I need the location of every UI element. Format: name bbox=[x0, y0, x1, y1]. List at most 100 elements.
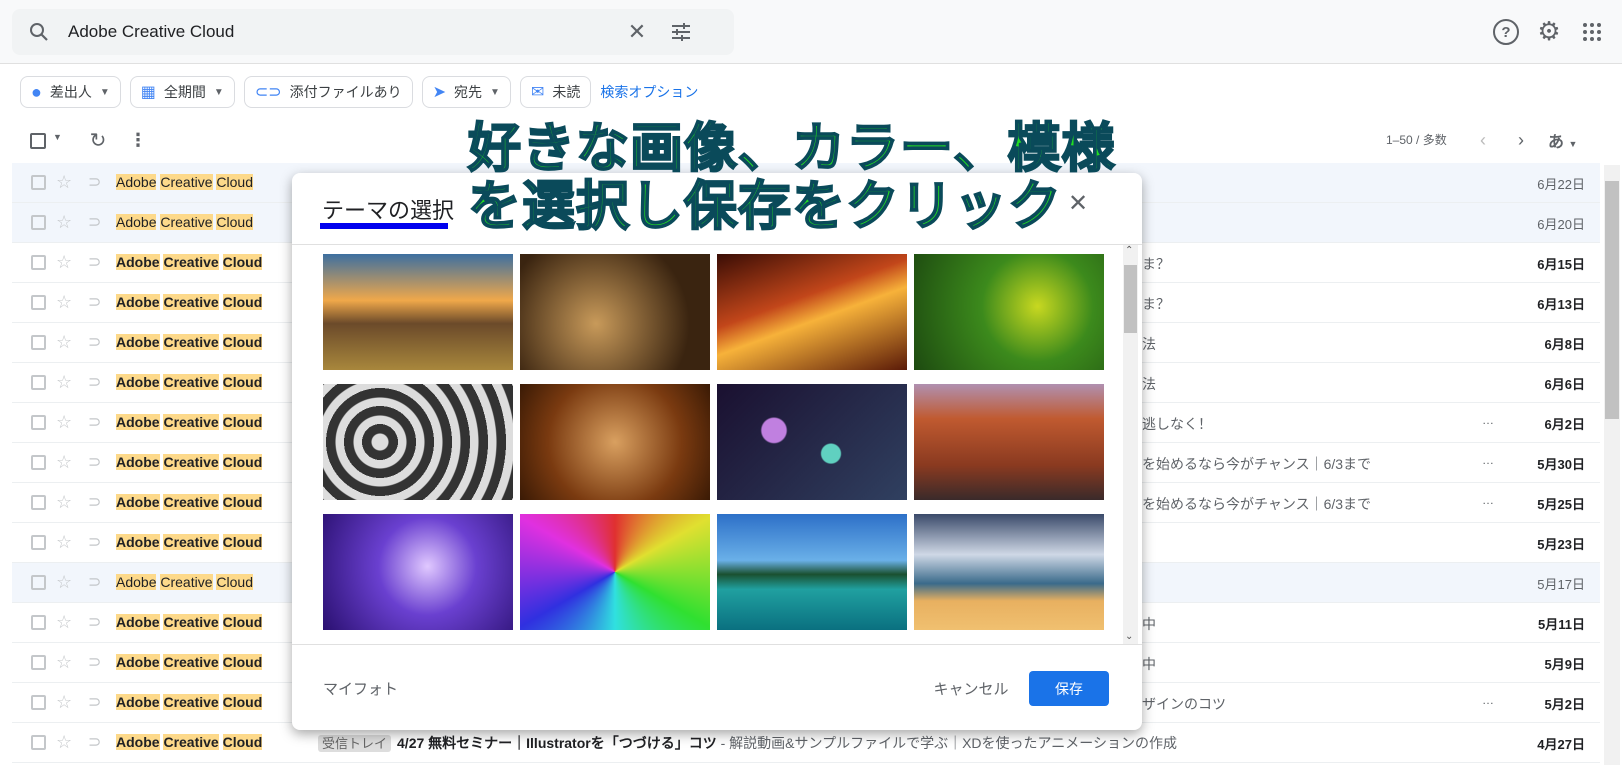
row-checkbox[interactable] bbox=[31, 415, 46, 430]
star-icon[interactable]: ☆ bbox=[56, 412, 72, 433]
filter-attachment[interactable]: ⊂⊃ 添付ファイルあり bbox=[243, 76, 413, 108]
more-options-icon[interactable]: ⋮ bbox=[126, 128, 150, 152]
clear-search-icon[interactable]: ✕ bbox=[624, 19, 650, 45]
star-icon[interactable]: ☆ bbox=[56, 492, 72, 513]
star-icon[interactable]: ☆ bbox=[56, 652, 72, 673]
instruction-annotation: 好きな画像、カラー、模様 を選択し保存をクリック bbox=[467, 119, 1115, 237]
sender-name: Adobe Creative Cloud bbox=[116, 174, 253, 190]
sender-name: Adobe Creative Cloud bbox=[116, 374, 263, 390]
search-icon[interactable] bbox=[26, 20, 52, 44]
sender-word: Cloud bbox=[222, 494, 263, 510]
star-icon[interactable]: ☆ bbox=[56, 732, 72, 753]
importance-marker-icon[interactable]: ⊃ bbox=[88, 492, 101, 512]
scrollbar-thumb[interactable] bbox=[1605, 181, 1619, 419]
settings-gear-icon[interactable]: ⚙ bbox=[1535, 16, 1563, 46]
page-scrollbar[interactable] bbox=[1604, 165, 1620, 765]
email-date: 6月15日 bbox=[1537, 257, 1585, 272]
filter-date[interactable]: ▦ 全期間 ▼ bbox=[129, 76, 235, 108]
input-tools-button[interactable]: あ ▼ bbox=[1548, 128, 1577, 152]
theme-thumbnail-beach[interactable] bbox=[914, 514, 1104, 630]
row-checkbox[interactable] bbox=[31, 655, 46, 670]
importance-marker-icon[interactable]: ⊃ bbox=[88, 652, 101, 672]
my-photos-button[interactable]: マイフォト bbox=[323, 678, 398, 699]
theme-thumbnail-jellyfish[interactable] bbox=[323, 514, 513, 630]
theme-thumbnail-autumn-leaves[interactable] bbox=[520, 384, 710, 500]
star-icon[interactable]: ☆ bbox=[56, 332, 72, 353]
calendar-icon: ▦ bbox=[140, 84, 156, 101]
theme-thumbnail-bokeh[interactable] bbox=[717, 384, 907, 500]
star-icon[interactable]: ☆ bbox=[56, 172, 72, 193]
row-checkbox[interactable] bbox=[31, 255, 46, 270]
scroll-up-icon[interactable]: ⌃ bbox=[1125, 245, 1133, 256]
advanced-search-link[interactable]: 検索オプション bbox=[600, 82, 698, 102]
input-tool-label: あ bbox=[1548, 134, 1565, 151]
importance-marker-icon[interactable]: ⊃ bbox=[88, 692, 101, 712]
importance-marker-icon[interactable]: ⊃ bbox=[88, 332, 101, 352]
scroll-down-icon[interactable]: ⌄ bbox=[1125, 631, 1133, 642]
row-checkbox[interactable] bbox=[31, 615, 46, 630]
star-icon[interactable]: ☆ bbox=[56, 252, 72, 273]
importance-marker-icon[interactable]: ⊃ bbox=[88, 532, 101, 552]
star-icon[interactable]: ☆ bbox=[56, 572, 72, 593]
importance-marker-icon[interactable]: ⊃ bbox=[88, 612, 101, 632]
row-checkbox[interactable] bbox=[31, 455, 46, 470]
search-input[interactable]: Adobe Creative Cloud bbox=[68, 22, 234, 42]
scrollbar-thumb[interactable] bbox=[1124, 265, 1137, 333]
theme-thumbnail-golden-gate[interactable] bbox=[323, 254, 513, 370]
row-checkbox[interactable] bbox=[31, 295, 46, 310]
theme-thumbnail-caterpillar[interactable] bbox=[914, 254, 1104, 370]
theme-grid-scrollbar[interactable]: ⌃ ⌄ bbox=[1123, 245, 1138, 645]
theme-thumbnail-pipes[interactable] bbox=[323, 384, 513, 500]
older-page-icon[interactable]: › bbox=[1510, 128, 1532, 152]
email-date: 5月17日 bbox=[1537, 577, 1585, 592]
newer-page-icon[interactable]: ‹ bbox=[1472, 128, 1494, 152]
filter-unread[interactable]: ✉ 未読 bbox=[519, 76, 592, 108]
row-checkbox[interactable] bbox=[31, 695, 46, 710]
star-icon[interactable]: ☆ bbox=[56, 452, 72, 473]
row-checkbox[interactable] bbox=[31, 335, 46, 350]
star-icon[interactable]: ☆ bbox=[56, 292, 72, 313]
row-checkbox[interactable] bbox=[31, 375, 46, 390]
select-dropdown-icon[interactable]: ▼ bbox=[53, 132, 62, 142]
row-checkbox[interactable] bbox=[31, 735, 46, 750]
filter-sender[interactable]: ● 差出人 ▼ bbox=[20, 76, 121, 108]
sender-word: Cloud bbox=[222, 454, 263, 470]
sender-word: Creative bbox=[163, 294, 219, 310]
sender-word: Cloud bbox=[222, 614, 263, 630]
filter-recipient[interactable]: ➤ 宛先 ▼ bbox=[421, 76, 511, 108]
importance-marker-icon[interactable]: ⊃ bbox=[88, 452, 101, 472]
search-options-icon[interactable] bbox=[668, 19, 694, 45]
star-icon[interactable]: ☆ bbox=[56, 692, 72, 713]
importance-marker-icon[interactable]: ⊃ bbox=[88, 732, 101, 752]
cancel-button[interactable]: キャンセル bbox=[928, 671, 1014, 705]
theme-thumbnail-grand-canyon[interactable] bbox=[914, 384, 1104, 500]
row-checkbox[interactable] bbox=[31, 575, 46, 590]
row-checkbox[interactable] bbox=[31, 215, 46, 230]
title-underline-annotation bbox=[320, 223, 448, 229]
help-icon[interactable]: ? bbox=[1493, 19, 1519, 45]
theme-thumbnail-chess[interactable] bbox=[520, 254, 710, 370]
importance-marker-icon[interactable]: ⊃ bbox=[88, 292, 101, 312]
sender-word: Adobe bbox=[116, 614, 160, 630]
row-checkbox[interactable] bbox=[31, 535, 46, 550]
save-button[interactable]: 保存 bbox=[1029, 671, 1109, 706]
importance-marker-icon[interactable]: ⊃ bbox=[88, 412, 101, 432]
importance-marker-icon[interactable]: ⊃ bbox=[88, 252, 101, 272]
star-icon[interactable]: ☆ bbox=[56, 212, 72, 233]
row-checkbox[interactable] bbox=[31, 495, 46, 510]
importance-marker-icon[interactable]: ⊃ bbox=[88, 172, 101, 192]
select-all-checkbox[interactable] bbox=[30, 133, 46, 149]
importance-marker-icon[interactable]: ⊃ bbox=[88, 572, 101, 592]
theme-thumbnail-canyon[interactable] bbox=[717, 254, 907, 370]
theme-thumbnail-rainbow-water[interactable] bbox=[520, 514, 710, 630]
importance-marker-icon[interactable]: ⊃ bbox=[88, 212, 101, 232]
theme-thumbnail-lake[interactable] bbox=[717, 514, 907, 630]
importance-marker-icon[interactable]: ⊃ bbox=[88, 372, 101, 392]
apps-grid-icon[interactable] bbox=[1583, 23, 1601, 41]
refresh-icon[interactable]: ↻ bbox=[86, 128, 110, 152]
star-icon[interactable]: ☆ bbox=[56, 532, 72, 553]
row-checkbox[interactable] bbox=[31, 175, 46, 190]
star-icon[interactable]: ☆ bbox=[56, 372, 72, 393]
search-bar[interactable]: Adobe Creative Cloud ✕ bbox=[12, 9, 734, 55]
star-icon[interactable]: ☆ bbox=[56, 612, 72, 633]
